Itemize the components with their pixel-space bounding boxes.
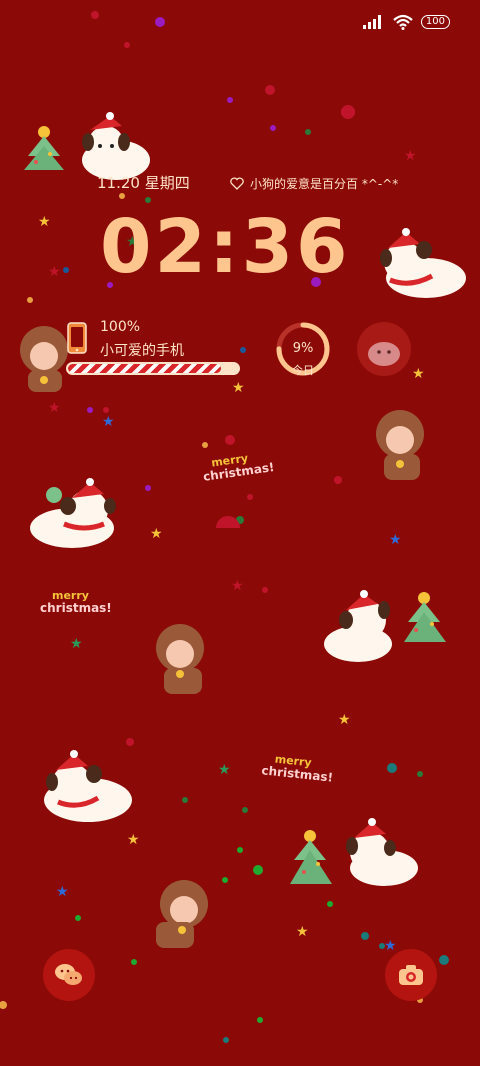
battery-progress-fill	[68, 364, 221, 373]
svg-text:★: ★	[296, 924, 309, 940]
camera-icon	[399, 965, 423, 985]
svg-text:★: ★	[102, 414, 115, 430]
reindeer-3	[156, 624, 204, 694]
christmas-tree-1	[24, 126, 64, 170]
reindeer-2	[376, 410, 424, 480]
avatar[interactable]	[357, 322, 411, 376]
svg-text:★: ★	[56, 884, 69, 900]
heart-icon	[230, 177, 244, 190]
puppy-3	[30, 478, 116, 548]
battery-icon: 100	[420, 15, 450, 29]
svg-text:★: ★	[48, 400, 61, 416]
svg-text:★: ★	[412, 366, 425, 382]
svg-text:★: ★	[338, 712, 351, 728]
tree-small-decor	[46, 487, 62, 503]
battery-progress-bar	[66, 362, 240, 375]
device-name: 小可爱的手机	[100, 343, 184, 359]
christmas-text: christmas!	[40, 601, 112, 615]
puppy-1	[82, 112, 150, 180]
svg-text:★: ★	[231, 578, 244, 594]
ring-value: 9%	[292, 341, 314, 356]
camera-shortcut-button[interactable]	[385, 949, 437, 1001]
half-circle-decor	[216, 516, 240, 528]
puppy-6	[346, 818, 418, 886]
svg-text:★: ★	[127, 832, 140, 848]
wallpaper-decor: ★★ ★★ ★★ ★ ★ ★★ ★★ ★★ ★★ ★★	[0, 11, 466, 1043]
battery-percent: 100%	[100, 319, 141, 335]
svg-text:★: ★	[38, 214, 51, 230]
christmas-tree-3	[290, 830, 332, 884]
svg-text:★: ★	[232, 380, 245, 396]
wechat-shortcut-button[interactable]	[43, 949, 95, 1001]
svg-text:★: ★	[150, 526, 163, 542]
phone-icon	[67, 322, 87, 354]
svg-text:★: ★	[218, 762, 231, 778]
reindeer-1	[20, 326, 68, 392]
puppy-5	[44, 750, 132, 822]
wechat-icon	[55, 964, 82, 985]
svg-text:★: ★	[404, 148, 417, 164]
svg-text:★: ★	[384, 938, 397, 954]
merry-christmas-2: merry christmas!	[40, 590, 112, 615]
puppy-4	[324, 590, 392, 662]
avatar-icon	[368, 342, 400, 366]
wifi-icon	[393, 14, 413, 30]
svg-text:★: ★	[389, 532, 402, 548]
puppy-2	[380, 228, 466, 298]
reindeer-4	[156, 880, 208, 948]
signal-icon	[362, 15, 381, 29]
lockscreen-quote: 小狗的爱意是百分百 *^-^*	[230, 175, 398, 192]
lockscreen-clock: 02:36	[100, 204, 351, 290]
svg-text:★: ★	[48, 264, 61, 280]
lockscreen-date: 11.20 星期四	[97, 174, 190, 192]
christmas-tree-2	[404, 592, 446, 642]
ring-label: 今日	[292, 364, 314, 377]
status-bar: 100	[362, 14, 450, 30]
svg-text:★: ★	[70, 636, 83, 652]
quote-text: 小狗的爱意是百分百 *^-^*	[250, 177, 399, 191]
